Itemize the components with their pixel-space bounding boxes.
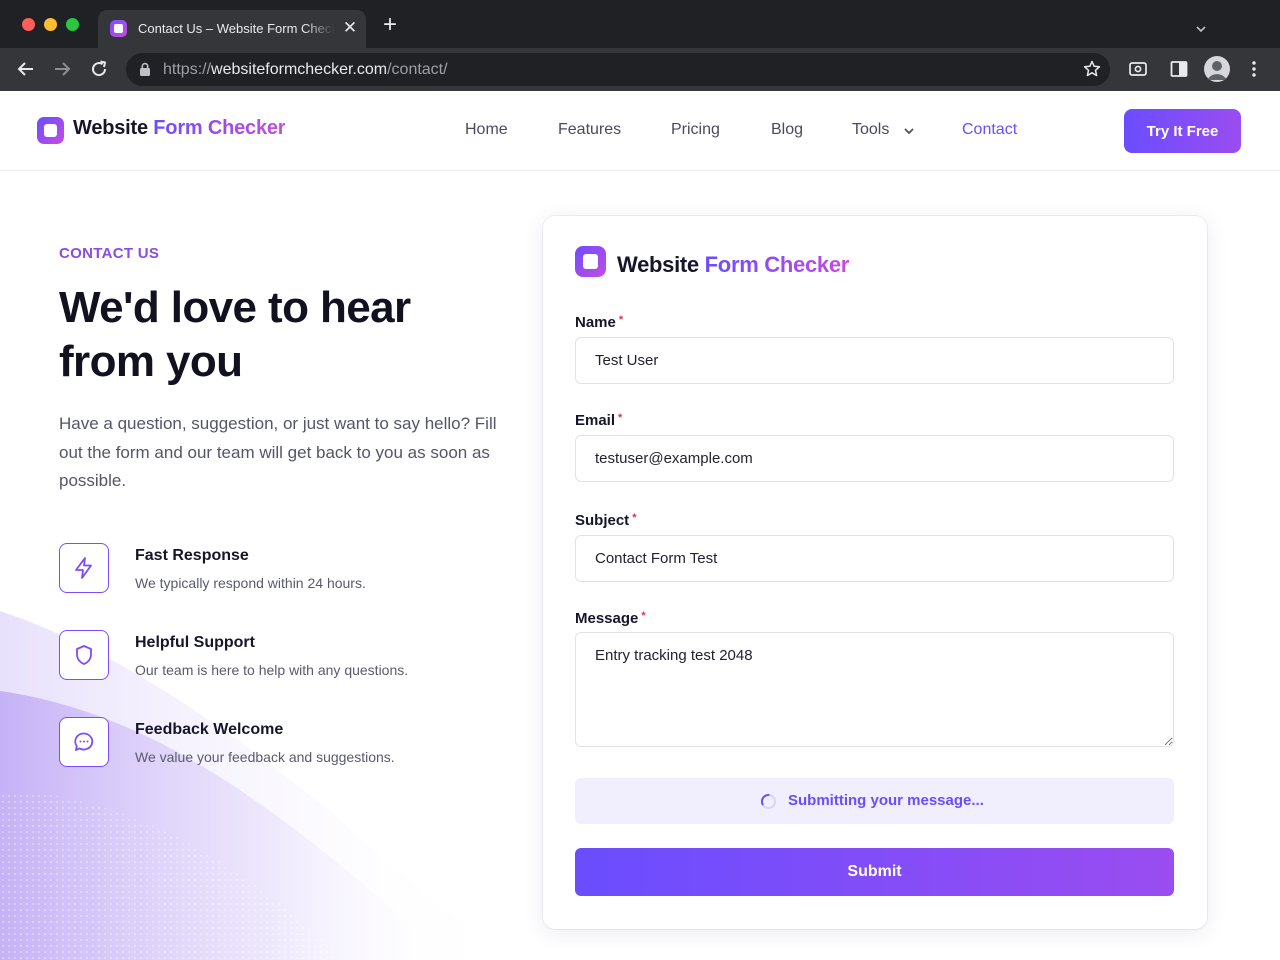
feature-title: Helpful Support <box>135 634 255 651</box>
forward-arrow-icon[interactable] <box>51 58 73 80</box>
submitting-status-banner: Submitting your message... <box>575 778 1174 824</box>
subject-input[interactable] <box>575 535 1174 582</box>
web-page: Website Form Checker Home Features Prici… <box>0 91 1280 960</box>
subject-label: Subject * <box>575 512 636 529</box>
feature-icon-box <box>59 543 109 593</box>
brand-logo-icon[interactable] <box>37 117 64 144</box>
chevron-down-icon[interactable] <box>903 126 915 136</box>
form-brand-accent: Form Checker <box>704 252 850 277</box>
address-bar[interactable]: https://websiteformchecker.com/contact/ <box>126 53 1110 86</box>
required-marker: * <box>641 610 646 622</box>
nav-link-features[interactable]: Features <box>558 121 621 139</box>
window-minimize-button[interactable] <box>44 18 57 31</box>
extension-icon[interactable] <box>1127 58 1149 80</box>
feature-title: Feedback Welcome <box>135 721 284 738</box>
feature-icon-box <box>59 717 109 767</box>
bookmark-star-icon[interactable] <box>1082 59 1102 79</box>
tab-search-chevron-icon[interactable] <box>1192 20 1210 38</box>
side-panel-icon[interactable] <box>1168 58 1190 80</box>
required-marker: * <box>632 512 637 524</box>
email-input[interactable] <box>575 435 1174 482</box>
status-text: Submitting your message... <box>788 792 984 809</box>
brand-name-primary: Website <box>73 117 154 139</box>
url-text: https://websiteformchecker.com/contact/ <box>163 61 448 79</box>
brand-name-accent: Form Checker <box>153 117 286 139</box>
loading-spinner-icon <box>761 793 776 809</box>
page-description: Have a question, suggestion, or just wan… <box>59 414 497 490</box>
nav-link-home[interactable]: Home <box>465 121 508 139</box>
form-logo-text: Website Form Checker <box>617 252 849 278</box>
feature-icon-box <box>59 630 109 680</box>
browser-toolbar: https://websiteformchecker.com/contact/ <box>0 48 1280 91</box>
section-eyebrow: CONTACT US <box>59 245 160 262</box>
url-scheme: https:// <box>163 61 212 78</box>
email-label: Email * <box>575 412 622 429</box>
nav-link-blog[interactable]: Blog <box>771 121 803 139</box>
brand-logo-text[interactable]: Website Form Checker <box>73 117 286 140</box>
submit-button[interactable]: Submit <box>575 848 1174 896</box>
reload-icon[interactable] <box>88 58 110 80</box>
name-label: Name * <box>575 314 623 331</box>
message-label-text: Message <box>575 610 639 627</box>
window-zoom-button[interactable] <box>66 18 79 31</box>
lock-icon <box>140 62 150 76</box>
tab-close-icon[interactable]: ✕ <box>340 18 360 38</box>
shield-icon <box>76 645 92 665</box>
window-close-button[interactable] <box>22 18 35 31</box>
feature-title: Fast Response <box>135 547 249 564</box>
required-marker: * <box>618 314 624 326</box>
feature-description: We value your feedback and suggestions. <box>135 749 395 765</box>
new-tab-button[interactable]: + <box>378 13 402 38</box>
page-title: We'd love to hear from you <box>59 283 411 386</box>
message-textarea[interactable]: Entry tracking test 2048 <box>575 632 1174 747</box>
browser-menu-icon[interactable] <box>1243 58 1265 80</box>
site-favicon-icon <box>110 20 127 37</box>
name-input[interactable] <box>575 337 1174 384</box>
profile-avatar-icon[interactable] <box>1204 56 1230 82</box>
subject-label-text: Subject <box>575 512 630 529</box>
form-brand-primary: Website <box>617 252 705 277</box>
nav-link-contact[interactable]: Contact <box>962 121 1017 139</box>
contact-form-card: Website Form Checker Name* Email* Subjec… <box>543 216 1207 929</box>
required-marker: * <box>618 412 623 424</box>
nav-link-tools[interactable]: Tools <box>852 121 889 139</box>
feature-description: We typically respond within 24 hours. <box>135 575 366 591</box>
back-arrow-icon[interactable] <box>15 58 37 80</box>
chat-bubble-icon <box>74 732 94 751</box>
form-logo-icon <box>575 246 606 277</box>
feature-description: Our team is here to help with any questi… <box>135 662 409 678</box>
browser-tab[interactable]: Contact Us – Website Form Checker ✕ <box>98 10 366 48</box>
tab-title: Contact Us – Website Form Checker <box>138 21 334 36</box>
name-label-text: Name <box>575 314 616 331</box>
lightning-icon <box>75 557 92 579</box>
url-path: /contact/ <box>387 61 448 78</box>
site-navbar: Website Form Checker Home Features Prici… <box>0 91 1280 171</box>
url-host: websiteformchecker.com <box>211 61 388 78</box>
email-label-text: Email <box>575 412 616 429</box>
browser-tab-bar: Contact Us – Website Form Checker ✕ + <box>0 0 1280 48</box>
message-label: Message * <box>575 610 646 627</box>
nav-link-pricing[interactable]: Pricing <box>671 121 720 139</box>
try-it-free-button[interactable]: Try It Free <box>1124 109 1241 153</box>
